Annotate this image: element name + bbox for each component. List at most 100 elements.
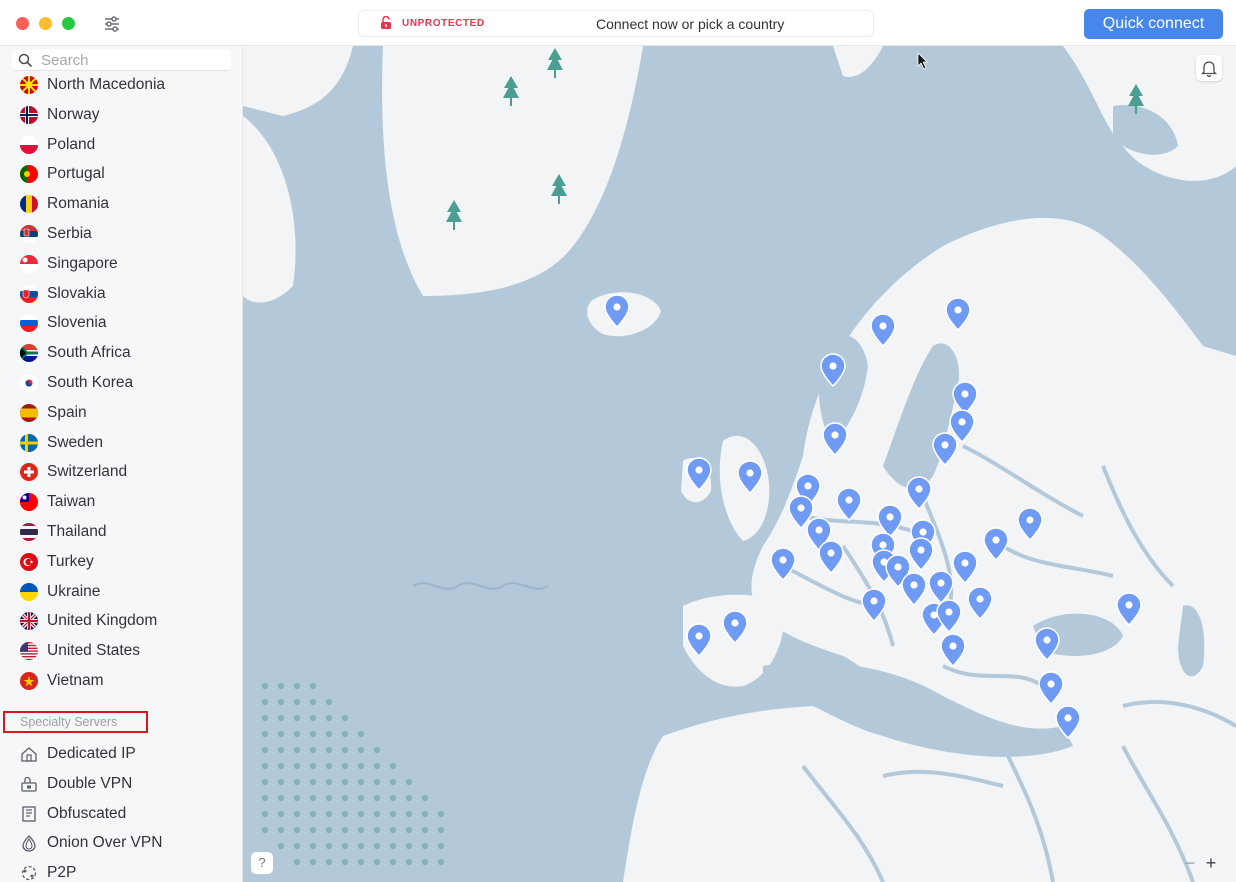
help-button[interactable]: ? bbox=[251, 852, 273, 874]
country-item-poland[interactable]: Poland bbox=[0, 130, 242, 160]
status-text: Connect now or pick a country bbox=[596, 16, 785, 32]
p2p-icon bbox=[21, 866, 37, 881]
server-pin[interactable] bbox=[943, 296, 973, 332]
spain-flag-icon bbox=[20, 403, 38, 422]
united-kingdom-flag-icon bbox=[20, 612, 38, 631]
server-pin[interactable] bbox=[1036, 670, 1066, 706]
country-item-north-macedonia[interactable]: North Macedonia bbox=[0, 70, 242, 100]
sliders-icon[interactable] bbox=[103, 15, 121, 33]
country-name: Slovakia bbox=[47, 284, 106, 302]
country-name: Romania bbox=[47, 195, 110, 213]
country-name: Switzerland bbox=[47, 463, 128, 481]
specialty-item[interactable]: Onion Over VPN bbox=[0, 828, 242, 858]
close-window-button[interactable] bbox=[16, 17, 29, 30]
country-item-switzerland[interactable]: Switzerland bbox=[0, 457, 242, 487]
country-item-slovakia[interactable]: Slovakia bbox=[0, 279, 242, 309]
minimize-window-button[interactable] bbox=[39, 17, 52, 30]
onion-icon bbox=[22, 835, 36, 853]
country-item-south-korea[interactable]: South Korea bbox=[0, 368, 242, 398]
country-item-norway[interactable]: Norway bbox=[0, 100, 242, 130]
romania-flag-icon bbox=[20, 195, 38, 214]
country-item-united-kingdom[interactable]: United Kingdom bbox=[0, 606, 242, 636]
server-pin[interactable] bbox=[720, 609, 750, 645]
specialty-servers-heading: Specialty Servers bbox=[3, 711, 148, 733]
country-name: Singapore bbox=[47, 254, 118, 272]
server-pin[interactable] bbox=[1053, 704, 1083, 740]
specialty-item[interactable]: Double VPN bbox=[0, 769, 242, 799]
home-icon bbox=[21, 747, 37, 762]
vietnam-flag-icon bbox=[20, 672, 38, 690]
country-item-serbia[interactable]: Serbia bbox=[0, 219, 242, 249]
country-item-spain[interactable]: Spain bbox=[0, 398, 242, 428]
country-item-south-africa[interactable]: South Africa bbox=[0, 338, 242, 368]
server-pin[interactable] bbox=[1032, 626, 1062, 662]
country-item-romania[interactable]: Romania bbox=[0, 189, 242, 219]
thailand-flag-icon bbox=[20, 523, 38, 541]
server-pin[interactable] bbox=[904, 475, 934, 511]
specialty-item[interactable]: Obfuscated bbox=[0, 799, 242, 829]
server-pin[interactable] bbox=[816, 539, 846, 575]
country-item-taiwan[interactable]: Taiwan bbox=[0, 487, 242, 517]
country-name: United Kingdom bbox=[47, 612, 158, 630]
taiwan-flag-icon bbox=[20, 493, 38, 512]
server-pin[interactable] bbox=[981, 526, 1011, 562]
country-item-portugal[interactable]: Portugal bbox=[0, 159, 242, 189]
country-name: South Africa bbox=[47, 344, 131, 362]
country-name: Vietnam bbox=[47, 672, 104, 689]
app-window: UNPROTECTED Connect now or pick a countr… bbox=[0, 0, 1236, 882]
server-pin[interactable] bbox=[1114, 591, 1144, 627]
server-pin[interactable] bbox=[768, 546, 798, 582]
unlocked-icon bbox=[381, 16, 391, 29]
country-item-thailand[interactable]: Thailand bbox=[0, 517, 242, 547]
specialty-item[interactable]: P2P bbox=[0, 858, 242, 882]
server-pin[interactable] bbox=[820, 421, 850, 457]
server-pin[interactable] bbox=[868, 312, 898, 348]
server-pin[interactable] bbox=[859, 587, 889, 623]
country-name: Norway bbox=[47, 105, 100, 123]
server-pin[interactable] bbox=[818, 352, 848, 388]
world-map[interactable]: ? − + bbox=[243, 46, 1236, 882]
notifications-button[interactable] bbox=[1196, 55, 1222, 81]
server-pin[interactable] bbox=[684, 622, 714, 658]
country-item-united-states[interactable]: United States bbox=[0, 636, 242, 666]
specialty-item[interactable]: Dedicated IP bbox=[0, 739, 242, 769]
country-name: Turkey bbox=[47, 552, 94, 570]
server-pin[interactable] bbox=[965, 585, 995, 621]
specialty-name: Obfuscated bbox=[47, 804, 127, 822]
country-name: North Macedonia bbox=[47, 76, 166, 93]
country-item-sweden[interactable]: Sweden bbox=[0, 428, 242, 458]
server-pin[interactable] bbox=[834, 486, 864, 522]
bell-icon bbox=[1200, 61, 1218, 78]
country-name: Sweden bbox=[47, 433, 104, 451]
ukraine-flag-icon bbox=[20, 582, 38, 601]
double-lock-icon bbox=[21, 776, 37, 792]
country-item-slovenia[interactable]: Slovenia bbox=[0, 308, 242, 338]
server-pin[interactable] bbox=[735, 459, 765, 495]
zoom-out-button[interactable]: − bbox=[1181, 852, 1199, 874]
maximize-window-button[interactable] bbox=[62, 17, 75, 30]
server-pin[interactable] bbox=[1015, 506, 1045, 542]
quick-connect-button[interactable]: Quick connect bbox=[1084, 9, 1223, 39]
country-name: Serbia bbox=[47, 225, 92, 242]
specialty-name: Double VPN bbox=[47, 774, 133, 792]
server-pin[interactable] bbox=[938, 632, 968, 668]
search-box bbox=[12, 49, 231, 71]
zoom-in-button[interactable]: + bbox=[1201, 852, 1221, 874]
country-item-vietnam[interactable]: Vietnam bbox=[0, 666, 242, 696]
server-pin[interactable] bbox=[934, 598, 964, 634]
server-pin[interactable] bbox=[684, 456, 714, 492]
country-name: Poland bbox=[47, 135, 96, 153]
north-macedonia-flag-icon bbox=[20, 76, 38, 94]
server-pin[interactable] bbox=[930, 431, 960, 467]
country-name: Thailand bbox=[47, 523, 107, 540]
country-item-turkey[interactable]: Turkey bbox=[0, 547, 242, 577]
country-name: Taiwan bbox=[47, 493, 96, 511]
country-item-singapore[interactable]: Singapore bbox=[0, 249, 242, 279]
sidebar: North Macedonia Norway Poland Portugal Roman… bbox=[0, 46, 243, 882]
serbia-flag-icon bbox=[20, 225, 38, 243]
server-pin[interactable] bbox=[602, 293, 632, 329]
country-item-ukraine[interactable]: Ukraine bbox=[0, 577, 242, 607]
slovakia-flag-icon bbox=[20, 284, 38, 303]
search-input[interactable] bbox=[41, 51, 226, 69]
mouse-cursor-icon bbox=[917, 52, 928, 70]
